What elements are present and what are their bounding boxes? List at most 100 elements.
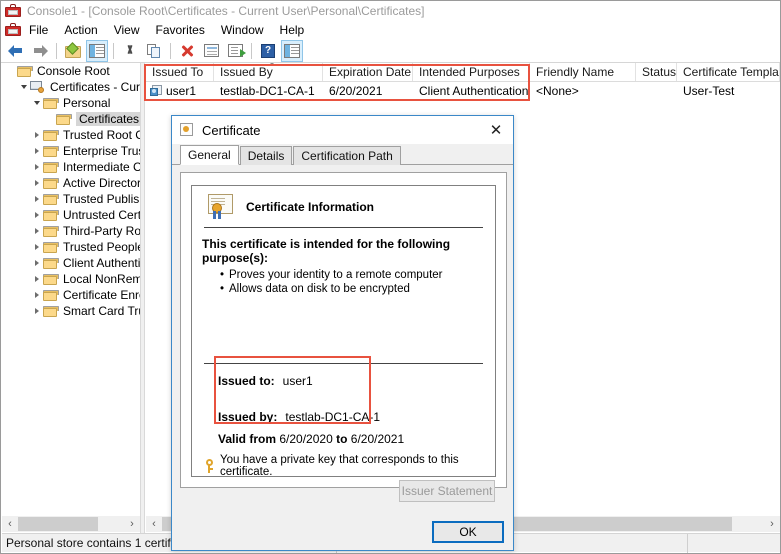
up-one-level-button[interactable]: [62, 40, 84, 62]
chevron-right-icon[interactable]: [30, 180, 43, 186]
tree-item-smart-card-truste[interactable]: Smart Card Truste: [2, 303, 140, 319]
tree-item-third-party-root[interactable]: Third-Party Root (: [2, 223, 140, 239]
valid-from-value: 6/20/2020: [279, 432, 333, 446]
menu-item-help[interactable]: Help: [272, 22, 313, 38]
key-icon: [204, 459, 215, 473]
folder-icon: [17, 65, 34, 77]
tree-item-personal[interactable]: Personal: [2, 95, 140, 111]
column-header-label: Issued By: [220, 65, 273, 79]
tree-item-certificate-enrollm[interactable]: Certificate Enrollm: [2, 287, 140, 303]
show-hide-console-tree-button[interactable]: [86, 39, 108, 62]
tree-item-console-root[interactable]: Console Root: [2, 63, 140, 79]
tab-certification-path[interactable]: Certification Path: [293, 146, 401, 165]
folder-icon: [43, 97, 60, 109]
tree-item-label: Smart Card Truste: [63, 304, 140, 318]
chevron-right-icon[interactable]: [30, 164, 43, 170]
chevron-right-icon[interactable]: [30, 260, 43, 266]
tree-item-certificates-current[interactable]: Certificates - Current: [2, 79, 140, 95]
chevron-right-icon[interactable]: [30, 276, 43, 282]
tab-details[interactable]: Details: [239, 146, 293, 165]
dialog-title: Certificate: [202, 122, 261, 138]
tree-hscroll-thumb[interactable]: [18, 517, 98, 531]
column-header-certificate-template[interactable]: Certificate Template: [677, 63, 780, 81]
tree-item-client-authentica[interactable]: Client Authentica: [2, 255, 140, 271]
show-action-pane-button[interactable]: [281, 39, 303, 62]
issuer-statement-button[interactable]: Issuer Statement: [399, 480, 495, 502]
copy-button[interactable]: [143, 40, 165, 62]
tree-hscroll-track[interactable]: [18, 516, 124, 532]
action-pane-icon: [284, 43, 300, 58]
tree-item-trusted-root-cert[interactable]: Trusted Root Cert: [2, 127, 140, 143]
chevron-down-icon[interactable]: [17, 85, 30, 89]
tree-item-enterprise-trust[interactable]: Enterprise Trust: [2, 143, 140, 159]
tree-item-label: Intermediate Cert: [63, 160, 140, 174]
chevron-right-icon[interactable]: [30, 244, 43, 250]
menu-item-favorites[interactable]: Favorites: [148, 22, 213, 38]
folder-icon: [43, 129, 60, 141]
scissors-icon: [123, 44, 137, 58]
tree-item-label: Active Directory U: [63, 176, 140, 190]
chevron-right-icon[interactable]: [30, 196, 43, 202]
menu-item-file[interactable]: File: [21, 22, 56, 38]
table-row[interactable]: user1 testlab-DC1-CA-1 6/20/2021 Client Aut…: [146, 82, 780, 100]
cut-button[interactable]: [119, 40, 141, 62]
forward-button[interactable]: [29, 40, 51, 62]
chevron-right-icon[interactable]: [30, 212, 43, 218]
column-header-friendly-name[interactable]: Friendly Name: [530, 63, 636, 81]
pane-splitter[interactable]: [140, 63, 145, 535]
menu-item-view[interactable]: View: [106, 22, 148, 38]
help-button[interactable]: ?: [257, 40, 279, 62]
dialog-tabstrip: General Details Certification Path: [172, 144, 513, 165]
delete-button[interactable]: [176, 40, 198, 62]
valid-from-label: Valid from: [218, 432, 277, 446]
folder-icon: [43, 193, 60, 205]
column-header-issued-to[interactable]: Issued To: [146, 63, 214, 81]
tree-item-intermediate-cert[interactable]: Intermediate Cert: [2, 159, 140, 175]
tree-item-local-nonremova[interactable]: Local NonRemova: [2, 271, 140, 287]
column-header-issued-by[interactable]: Issued By: [214, 63, 323, 81]
tree-item-trusted-publishers[interactable]: Trusted Publishers: [2, 191, 140, 207]
scroll-left-arrow-icon[interactable]: ‹: [146, 516, 162, 532]
menu-item-window[interactable]: Window: [213, 22, 272, 38]
system-menu-icon[interactable]: [5, 22, 21, 38]
console-tree-pane[interactable]: Console Root Certificates - Current Person…: [2, 63, 140, 518]
cell-issued-by: testlab-DC1-CA-1: [220, 84, 315, 98]
tree-item-label: Trusted Root Cert: [63, 128, 140, 142]
properties-button[interactable]: [200, 40, 222, 62]
scroll-right-arrow-icon[interactable]: ›: [124, 516, 140, 532]
chevron-down-icon[interactable]: [30, 101, 43, 105]
issued-to-value: user1: [282, 374, 313, 388]
scroll-left-arrow-icon[interactable]: ‹: [2, 516, 18, 532]
window-title: Console1 - [Console Root\Certificates - …: [27, 4, 425, 18]
tree-item-untrusted-certific[interactable]: Untrusted Certific: [2, 207, 140, 223]
tree-item-certificates[interactable]: Certificates: [2, 111, 140, 127]
chevron-right-icon[interactable]: [30, 292, 43, 298]
cell-expiration-date: 6/20/2021: [329, 84, 383, 98]
folder-icon: [43, 257, 60, 269]
column-header-label: Issued To: [152, 65, 204, 79]
back-button[interactable]: [5, 40, 27, 62]
tree-item-trusted-people[interactable]: Trusted People: [2, 239, 140, 255]
scroll-right-arrow-icon[interactable]: ›: [764, 516, 780, 532]
tree-item-label: Console Root: [37, 64, 110, 78]
divider: [204, 227, 483, 228]
toolbar-separator: [56, 42, 57, 59]
tree-item-active-directory-u[interactable]: Active Directory U: [2, 175, 140, 191]
chevron-right-icon[interactable]: [30, 132, 43, 138]
tab-general[interactable]: General: [180, 145, 239, 165]
close-icon[interactable]: ✕: [483, 119, 509, 141]
column-header-status[interactable]: Status: [636, 63, 677, 81]
column-header-intended-purposes[interactable]: Intended Purposes: [413, 63, 530, 81]
ok-button[interactable]: OK: [432, 521, 504, 543]
chevron-right-icon[interactable]: [30, 228, 43, 234]
validity-row: Valid from 6/20/2020 to 6/20/2021: [192, 432, 495, 446]
cell-text: user1: [166, 84, 197, 98]
column-header-expiration-date[interactable]: Expiration Date: [323, 63, 413, 81]
purpose-list: Proves your identity to a remote compute…: [220, 268, 495, 296]
tree-hscrollbar[interactable]: ‹ ›: [2, 516, 140, 532]
menu-bar: File Action View Favorites Window Help: [1, 21, 780, 39]
chevron-right-icon[interactable]: [30, 308, 43, 314]
chevron-right-icon[interactable]: [30, 148, 43, 154]
menu-item-action[interactable]: Action: [56, 22, 105, 38]
export-button[interactable]: [224, 40, 246, 62]
